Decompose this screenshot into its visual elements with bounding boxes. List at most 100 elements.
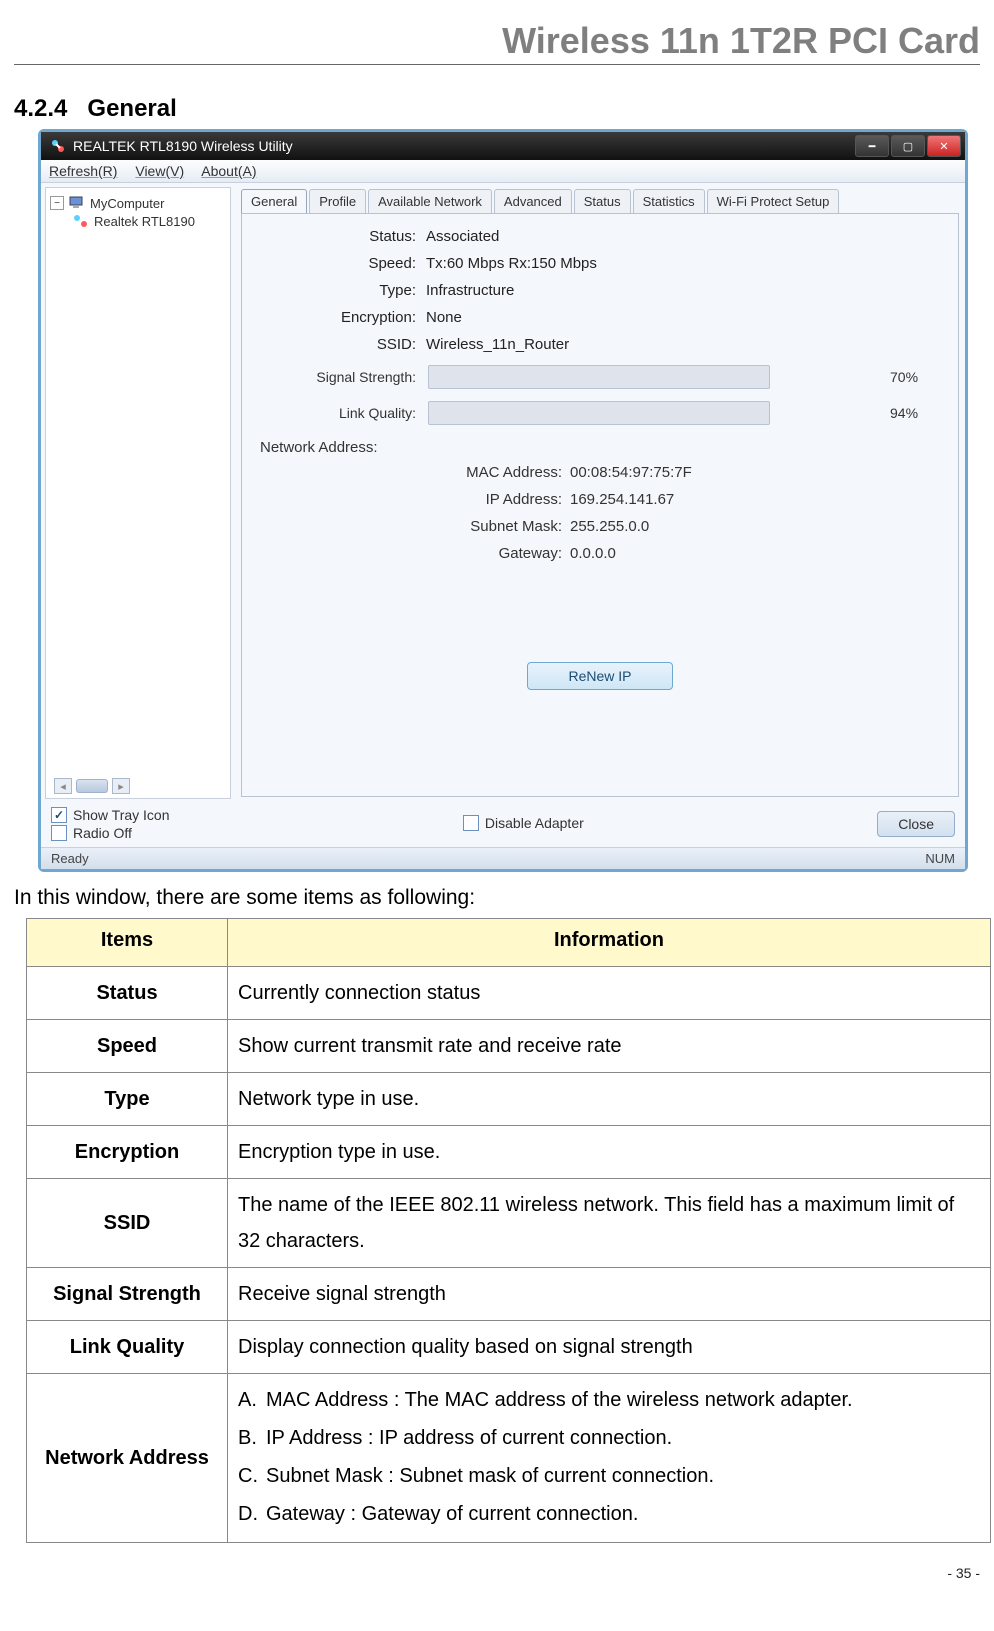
label-status: Status: [260, 228, 420, 245]
row-speed-val: Show current transmit rate and receive r… [228, 1020, 991, 1073]
tab-body: Status: Associated Speed: Tx:60 Mbps Rx:… [241, 213, 959, 797]
table-row: Speed Show current transmit rate and rec… [27, 1020, 991, 1073]
th-information: Information [228, 919, 991, 967]
scroll-left-icon[interactable]: ◂ [54, 778, 72, 794]
row-type-key: Type [27, 1073, 228, 1126]
checkbox-radio-off[interactable]: Radio Off [51, 825, 170, 841]
table-row: Network Address A.MAC Address : The MAC … [27, 1374, 991, 1543]
label-ssid: SSID: [260, 336, 420, 353]
th-items: Items [27, 919, 228, 967]
value-mac: 00:08:54:97:75:7F [570, 464, 940, 481]
window-close-button[interactable]: ✕ [927, 135, 961, 157]
section-number: 4.2.4 [14, 95, 67, 122]
close-button[interactable]: Close [877, 811, 955, 837]
row-status-key: Status [27, 967, 228, 1020]
info-table: Items Information Status Currently conne… [26, 918, 991, 1543]
window-maximize-button[interactable]: ▢ [891, 135, 925, 157]
signal-strength-bar [428, 365, 770, 389]
value-mask: 255.255.0.0 [570, 518, 940, 535]
tree-scrollbar[interactable]: ◂ ▸ [54, 778, 130, 794]
label-link-quality: Link Quality: [260, 405, 420, 421]
value-ssid: Wireless_11n_Router [426, 336, 940, 353]
checkbox-show-tray-icon[interactable]: ✓ Show Tray Icon [51, 807, 170, 823]
tree-collapse-icon[interactable]: − [50, 196, 64, 210]
row-type-val: Network type in use. [228, 1073, 991, 1126]
checkbox-show-tray-icon-label: Show Tray Icon [73, 807, 170, 823]
intro-text: In this window, there are some items as … [14, 886, 980, 910]
tab-profile[interactable]: Profile [309, 189, 366, 213]
tab-advanced[interactable]: Advanced [494, 189, 572, 213]
section-heading: 4.2.4 General [14, 95, 980, 123]
checkbox-disable-adapter[interactable]: Disable Adapter [463, 815, 584, 831]
unchecked-icon [51, 825, 67, 841]
scroll-thumb[interactable] [76, 779, 108, 793]
options-bar: ✓ Show Tray Icon Radio Off Disable Adapt… [41, 803, 965, 847]
table-row: Encryption Encryption type in use. [27, 1126, 991, 1179]
row-encryption-val: Encryption type in use. [228, 1126, 991, 1179]
device-tree[interactable]: − MyComputer Realtek RTL8190 ◂ ▸ [45, 187, 231, 799]
window-minimize-button[interactable]: ━ [855, 135, 889, 157]
value-status: Associated [426, 228, 940, 245]
row-status-val: Currently connection status [228, 967, 991, 1020]
tab-status[interactable]: Status [574, 189, 631, 213]
link-quality-bar [428, 401, 770, 425]
row-ssid-val: The name of the IEEE 802.11 wireless net… [228, 1179, 991, 1268]
row-network-address-val: A.MAC Address : The MAC address of the w… [228, 1374, 991, 1543]
label-gateway: Gateway: [350, 545, 570, 562]
value-ip: 169.254.141.67 [570, 491, 940, 508]
checkbox-radio-off-label: Radio Off [73, 825, 132, 841]
row-speed-key: Speed [27, 1020, 228, 1073]
row-link-quality-key: Link Quality [27, 1321, 228, 1374]
window-title: REALTEK RTL8190 Wireless Utility [73, 138, 293, 154]
value-type: Infrastructure [426, 282, 940, 299]
statusbar: Ready NUM [41, 847, 965, 869]
menu-view[interactable]: View(V) [135, 163, 184, 179]
value-gateway: 0.0.0.0 [570, 545, 940, 562]
na-item-b: B.IP Address : IP address of current con… [238, 1420, 980, 1456]
link-quality-value: 94% [890, 405, 940, 421]
menu-about[interactable]: About(A) [201, 163, 256, 179]
renew-ip-button[interactable]: ReNew IP [527, 662, 672, 690]
value-speed: Tx:60 Mbps Rx:150 Mbps [426, 255, 940, 272]
tab-general[interactable]: General [241, 189, 307, 213]
row-signal-strength-key: Signal Strength [27, 1268, 228, 1321]
menu-refresh[interactable]: Refresh(R) [49, 163, 117, 179]
na-item-c: C.Subnet Mask : Subnet mask of current c… [238, 1458, 980, 1494]
screenshot-window: REALTEK RTL8190 Wireless Utility ━ ▢ ✕ R… [38, 129, 968, 872]
tree-root-label: MyComputer [90, 196, 164, 211]
section-name: General [87, 95, 176, 122]
page-header: Wireless 11n 1T2R PCI Card [14, 20, 980, 65]
tree-sub-label: Realtek RTL8190 [94, 214, 195, 229]
label-mac: MAC Address: [350, 464, 570, 481]
unchecked-icon [463, 815, 479, 831]
app-icon [49, 137, 67, 155]
tree-root-row[interactable]: − MyComputer [48, 194, 228, 212]
table-header-row: Items Information [27, 919, 991, 967]
scroll-right-icon[interactable]: ▸ [112, 778, 130, 794]
table-row: Status Currently connection status [27, 967, 991, 1020]
tab-statistics[interactable]: Statistics [633, 189, 705, 213]
na-item-d: D.Gateway : Gateway of current connectio… [238, 1496, 980, 1532]
table-row: Link Quality Display connection quality … [27, 1321, 991, 1374]
menubar: Refresh(R) View(V) About(A) [41, 160, 965, 183]
row-ssid-key: SSID [27, 1179, 228, 1268]
statusbar-num: NUM [925, 851, 955, 866]
statusbar-ready: Ready [51, 851, 89, 866]
page-number: - 35 - [14, 1565, 980, 1581]
window-titlebar[interactable]: REALTEK RTL8190 Wireless Utility ━ ▢ ✕ [41, 132, 965, 160]
label-type: Type: [260, 282, 420, 299]
label-speed: Speed: [260, 255, 420, 272]
tab-available-network[interactable]: Available Network [368, 189, 492, 213]
table-row: Signal Strength Receive signal strength [27, 1268, 991, 1321]
table-row: SSID The name of the IEEE 802.11 wireles… [27, 1179, 991, 1268]
row-signal-strength-val: Receive signal strength [228, 1268, 991, 1321]
table-row: Type Network type in use. [27, 1073, 991, 1126]
adapter-icon [72, 213, 90, 229]
checkbox-disable-adapter-label: Disable Adapter [485, 815, 584, 831]
row-encryption-key: Encryption [27, 1126, 228, 1179]
label-encryption: Encryption: [260, 309, 420, 326]
label-signal-strength: Signal Strength: [260, 369, 420, 385]
tab-wifi-protect-setup[interactable]: Wi-Fi Protect Setup [707, 189, 840, 213]
tree-sub-row[interactable]: Realtek RTL8190 [70, 212, 228, 230]
page-header-title: Wireless 11n 1T2R PCI Card [14, 20, 980, 62]
